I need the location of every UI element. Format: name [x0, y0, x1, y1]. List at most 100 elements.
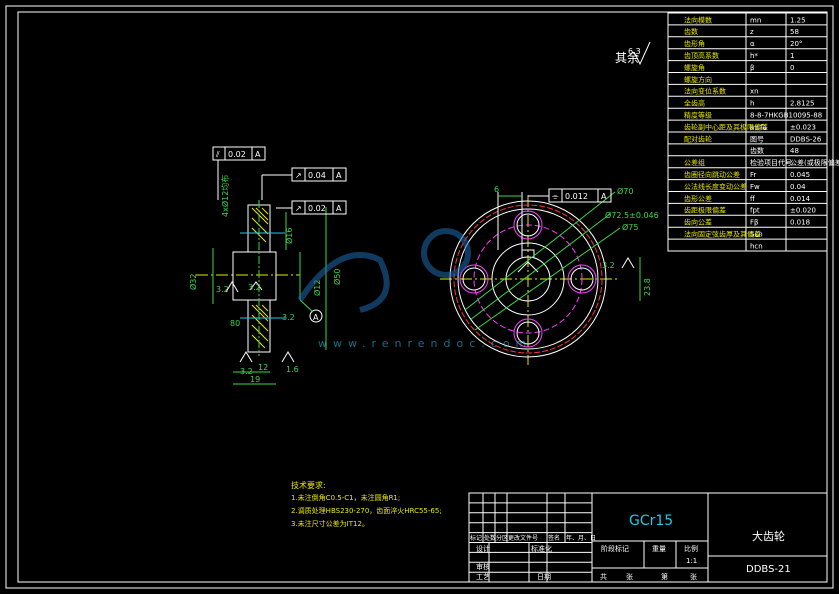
- svg-text:技术要求:: 技术要求:: [291, 480, 326, 490]
- param-val: 1.25: [790, 16, 806, 24]
- watermark: www.renrendoc.com: [297, 228, 532, 350]
- param-val: 0: [790, 64, 794, 72]
- svg-text:标记: 标记: [470, 534, 482, 542]
- param-val: 1: [790, 52, 794, 60]
- svg-text:第: 第: [661, 572, 668, 581]
- param-sym: xn: [750, 88, 759, 96]
- svg-text:0.02: 0.02: [228, 150, 246, 159]
- param-name: 精度等级: [684, 110, 712, 119]
- svg-text:比例: 比例: [684, 544, 698, 553]
- svg-text:Ø32: Ø32: [188, 274, 198, 290]
- svg-text:更改文件号: 更改文件号: [508, 534, 538, 542]
- svg-text:处数: 处数: [484, 534, 496, 542]
- param-sym: ff: [750, 195, 755, 203]
- svg-text:分区: 分区: [496, 534, 508, 542]
- svg-text:Ø75: Ø75: [622, 222, 638, 232]
- param-val: 0.014: [790, 195, 811, 203]
- param-sym: 齿数: [750, 146, 764, 155]
- param-name: 齿形角: [684, 39, 705, 48]
- param-val: 2.8125: [790, 100, 815, 108]
- svg-text:19: 19: [250, 375, 260, 384]
- param-val: 58: [790, 28, 799, 36]
- param-sym: h*: [750, 52, 758, 60]
- param-val: DDBS-26: [790, 135, 822, 143]
- svg-text:1.6: 1.6: [286, 365, 299, 374]
- param-val: 0.045: [790, 171, 810, 179]
- roughness-note: 其余 6.3: [615, 41, 651, 66]
- param-name: 公法线长度变动公差: [684, 182, 747, 191]
- param-val: 48: [790, 147, 799, 155]
- param-sym: 8-8-7HKGB10095-88: [750, 111, 822, 119]
- svg-text:设计: 设计: [476, 544, 490, 553]
- param-name: 齿形公差: [684, 194, 712, 203]
- svg-text:0.02: 0.02: [308, 204, 326, 213]
- svg-text:6: 6: [494, 185, 499, 194]
- svg-text:⌯: ⌯: [552, 192, 559, 201]
- drawing-number: DDBS-21: [746, 564, 791, 575]
- svg-text:↗: ↗: [295, 171, 302, 180]
- param-name: 齿圈径向跳动公差: [684, 170, 740, 179]
- param-name: 全齿高: [684, 99, 705, 108]
- svg-text:A: A: [336, 171, 342, 180]
- svg-text:80: 80: [230, 319, 240, 328]
- param-name: 配对齿轮: [684, 134, 712, 143]
- param-sym: 图号: [750, 135, 764, 143]
- param-sym: 检验项目代号: [750, 158, 792, 167]
- part-name: 大齿轮: [752, 529, 785, 543]
- svg-text:⫽: ⫽: [215, 150, 220, 159]
- param-name: 齿数: [684, 27, 698, 36]
- param-name: 齿顶高系数: [684, 51, 719, 60]
- svg-text:日期: 日期: [537, 573, 551, 581]
- svg-text:3.未注尺寸公差为IT12。: 3.未注尺寸公差为IT12。: [291, 519, 369, 528]
- param-val: 0.018: [790, 219, 810, 227]
- svg-text:共: 共: [600, 572, 607, 581]
- svg-text:1.未注倒角C0.5-C1，未注圆角R1;: 1.未注倒角C0.5-C1，未注圆角R1;: [291, 493, 400, 502]
- param-name: 公差组: [684, 158, 705, 167]
- svg-text:12: 12: [258, 363, 268, 372]
- svg-text:阶段标记: 阶段标记: [601, 544, 629, 553]
- param-sym: mn: [750, 16, 761, 24]
- svg-text:标准化: 标准化: [531, 544, 552, 553]
- frame-border: [17, 11, 828, 583]
- svg-text:张: 张: [626, 572, 633, 581]
- title-block: GCr15 大齿轮 DDBS-21 标记 处数 分区 更改文件号 签名 年、月、…: [468, 492, 828, 583]
- tolerance-frame-4: ⌯ 0.012 A: [528, 188, 612, 203]
- svg-text:www.renrendoc.com: www.renrendoc.com: [318, 337, 532, 350]
- svg-text:0.04: 0.04: [308, 171, 326, 180]
- svg-text:6.3: 6.3: [628, 47, 641, 56]
- svg-text:Ø16: Ø16: [284, 228, 294, 244]
- svg-text:A: A: [336, 204, 342, 213]
- svg-text:年、月、日: 年、月、日: [566, 534, 596, 542]
- param-name: 法向模数: [684, 15, 712, 24]
- drawing-sheet: 法向模数 mn 1.25 齿数 z 58 齿形角 α 20° 齿顶高系数 h* 1 螺旋角 β 0 螺旋方向法…: [5, 5, 839, 589]
- param-val: 0.04: [790, 183, 806, 191]
- tolerance-frame-2: ↗ 0.04 A: [261, 167, 347, 200]
- svg-text:4xØ12均布: 4xØ12均布: [220, 175, 230, 217]
- param-sym: z: [750, 28, 754, 36]
- svg-text:A: A: [601, 192, 607, 201]
- param-sym: α: [750, 40, 755, 48]
- svg-text:A: A: [313, 313, 319, 322]
- param-val: 公差(或极限偏差)值: [790, 158, 839, 167]
- svg-text:工艺: 工艺: [476, 573, 490, 581]
- param-val: 20°: [790, 40, 802, 48]
- param-sym: Scn: [750, 230, 763, 238]
- param-sym: Fr: [750, 171, 757, 179]
- param-name: 齿向公差: [684, 218, 712, 227]
- svg-text:0.012: 0.012: [565, 192, 588, 201]
- param-sym: β: [750, 64, 754, 72]
- param-sym: h: [750, 100, 754, 108]
- param-sym: Fβ: [750, 219, 759, 227]
- svg-text:23.8: 23.8: [643, 278, 652, 296]
- material: GCr15: [629, 513, 673, 529]
- params-table: 法向模数 mn 1.25 齿数 z 58 齿形角 α 20° 齿顶高系数 h* 1 螺旋角 β 0 螺旋方向法…: [667, 12, 839, 252]
- tech-requirements: 技术要求: 1.未注倒角C0.5-C1，未注圆角R1; 2.调质处理HBS230…: [291, 480, 442, 528]
- svg-text:3.2: 3.2: [602, 261, 615, 270]
- svg-text:↗: ↗: [295, 204, 302, 213]
- param-name: 螺旋方向: [684, 75, 712, 84]
- svg-text:A: A: [255, 150, 261, 159]
- param-sym: a±fa: [750, 123, 767, 131]
- svg-text:3.2: 3.2: [248, 283, 261, 292]
- svg-text:3.2: 3.2: [282, 313, 295, 322]
- svg-text:审核: 审核: [476, 562, 490, 571]
